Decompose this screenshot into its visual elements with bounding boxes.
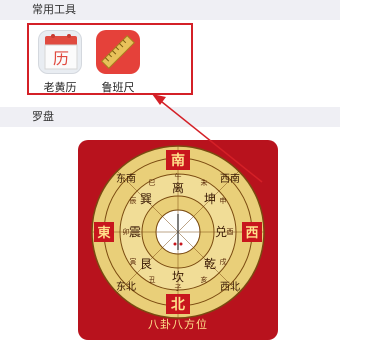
dir-west: 西 bbox=[245, 226, 258, 241]
dir-north: 北 bbox=[171, 297, 185, 313]
mark-si: 巳 bbox=[149, 179, 156, 187]
luopan-section-header: 罗盘 bbox=[0, 107, 340, 127]
trigram-gen: 艮 bbox=[140, 257, 152, 271]
mark-chou: 丑 bbox=[149, 276, 156, 284]
ruler-icon[interactable] bbox=[96, 30, 140, 74]
trigram-li: 离 bbox=[172, 180, 184, 195]
tool-ruler-label: 鲁班尺 bbox=[101, 81, 135, 94]
mark-shen: 申 bbox=[220, 196, 227, 205]
trigram-qian: 乾 bbox=[204, 257, 216, 271]
dir-east: 東 bbox=[97, 225, 110, 241]
tools-highlight-box: 历 老黄历 鲁班尺 bbox=[27, 23, 193, 95]
mark-xu: 戌 bbox=[220, 257, 227, 266]
subdir-southwest: 西南 bbox=[220, 172, 240, 185]
tool-ruler[interactable]: 鲁班尺 bbox=[96, 30, 140, 95]
calendar-icon[interactable]: 历 bbox=[38, 30, 82, 74]
compass-graphic: 南 北 東 西 离 坤 兑 乾 坎 艮 震 巽 西南 西北 东北 东南 午 未 … bbox=[91, 145, 265, 319]
dir-south: 南 bbox=[171, 152, 185, 169]
trigram-xun: 巽 bbox=[140, 192, 152, 206]
mark-wu: 午 bbox=[175, 172, 182, 181]
tool-calendar[interactable]: 历 老黄历 bbox=[38, 30, 82, 95]
mark-zi: 子 bbox=[175, 284, 182, 292]
mark-chen: 辰 bbox=[130, 197, 137, 205]
tools-section-header: 常用工具 bbox=[0, 0, 340, 20]
mark-hai: 亥 bbox=[201, 275, 208, 284]
trigram-kun: 坤 bbox=[204, 191, 216, 206]
trigram-kan: 坎 bbox=[172, 270, 184, 284]
tool-calendar-label: 老黄历 bbox=[43, 81, 77, 94]
subdir-northwest: 西北 bbox=[220, 281, 240, 293]
trigram-dui: 兑 bbox=[215, 225, 227, 239]
mark-you: 酉 bbox=[227, 228, 234, 236]
mark-mao: 卯 bbox=[123, 227, 130, 236]
subdir-northeast: 东北 bbox=[116, 280, 136, 293]
subdir-southeast: 东南 bbox=[116, 172, 136, 185]
mark-yin: 寅 bbox=[130, 257, 137, 266]
luopan-card[interactable]: 南 北 東 西 离 坤 兑 乾 坎 艮 震 巽 西南 西北 东北 东南 午 未 … bbox=[78, 140, 278, 340]
calendar-icon-glyph: 历 bbox=[53, 49, 69, 68]
trigram-zhen: 震 bbox=[129, 225, 141, 239]
mark-wei: 未 bbox=[201, 178, 208, 187]
compass-caption: 八卦八方位 bbox=[148, 318, 208, 331]
